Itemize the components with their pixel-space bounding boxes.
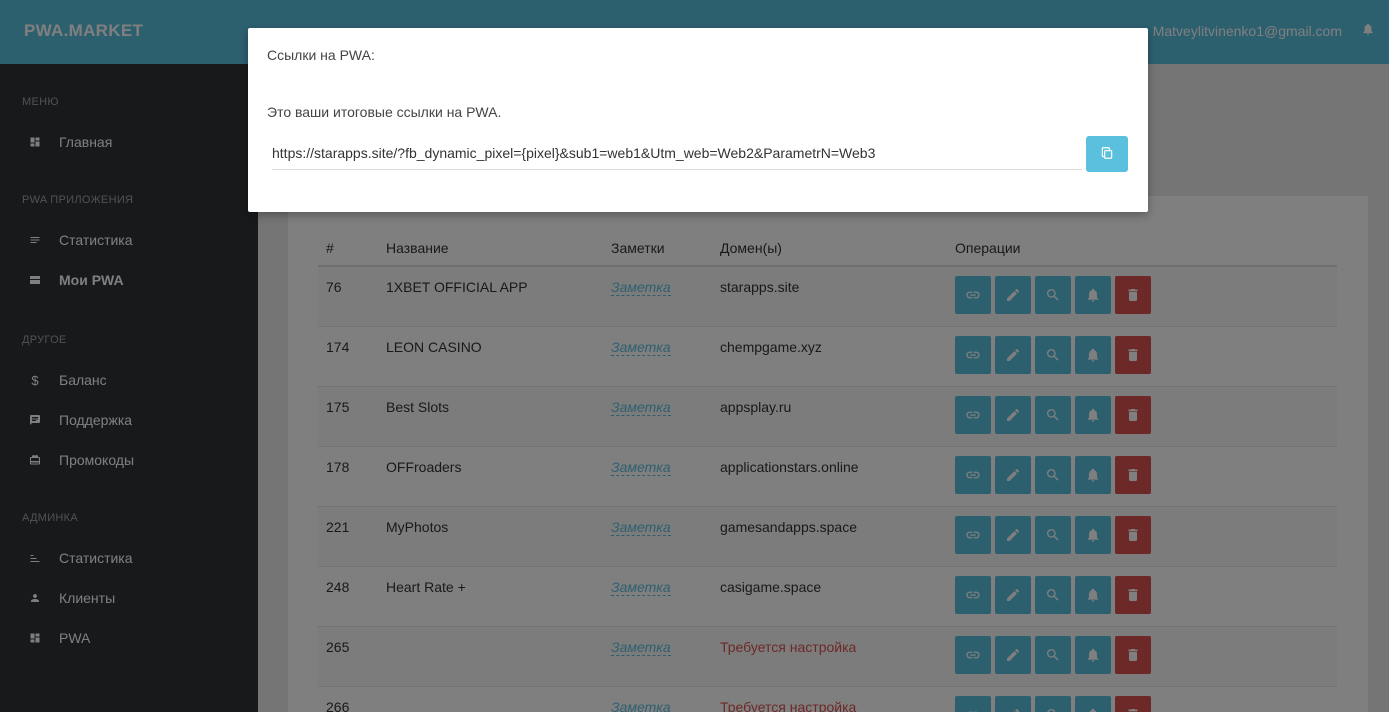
modal-description: Это ваши итоговые ссылки на PWA.	[267, 104, 502, 120]
pwa-link-field[interactable]	[272, 136, 1082, 170]
copy-link-button[interactable]	[1086, 136, 1128, 172]
pwa-links-modal: Ссылки на PWA: Это ваши итоговые ссылки …	[248, 28, 1148, 212]
modal-title: Ссылки на PWA:	[267, 47, 375, 63]
copy-icon	[1100, 146, 1114, 163]
